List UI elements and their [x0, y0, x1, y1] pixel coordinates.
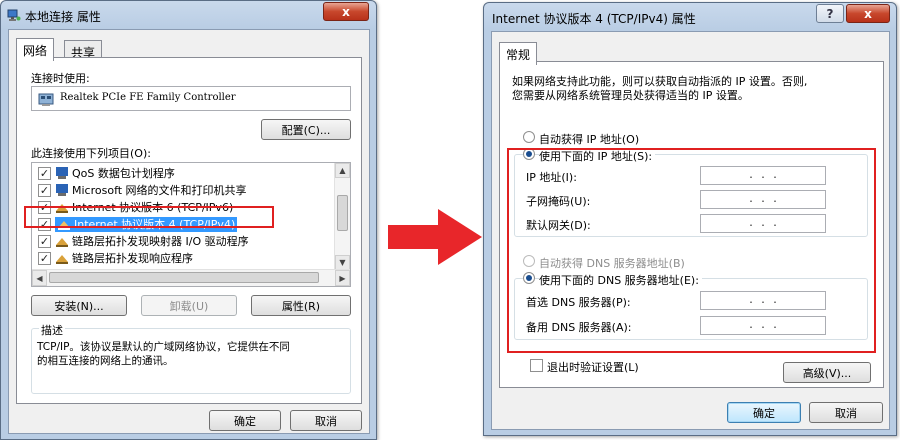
vertical-scrollbar[interactable]: ▲ ▼ — [334, 163, 350, 270]
close-icon: x — [864, 6, 872, 21]
protocol-icon — [56, 255, 68, 264]
scroll-thumb[interactable] — [337, 195, 348, 231]
scroll-up-arrow-icon[interactable]: ▲ — [335, 163, 350, 178]
properties-button[interactable]: 属性(R) — [251, 295, 351, 316]
network-tab-panel: 连接时使用: Realtek PCIe FE Family Controller… — [16, 57, 362, 404]
validate-label: 退出时验证设置(L) — [547, 361, 639, 374]
description-label: 描述 — [39, 322, 65, 338]
window-title: Internet 协议版本 4 (TCP/IPv4) 属性 — [492, 12, 696, 26]
scroll-down-arrow-icon[interactable]: ▼ — [335, 255, 350, 270]
cancel-button[interactable]: 取消 — [290, 410, 362, 431]
qos-icon — [56, 167, 68, 179]
uninstall-button-label: 卸载(U) — [169, 299, 209, 313]
description-text-line2: 的相互连接的网络上的通讯。 — [37, 355, 174, 367]
list-item-qos[interactable]: ✓ QoS 数据包计划程序 — [38, 165, 175, 181]
connect-using-label: 连接时使用: — [31, 72, 90, 85]
configure-button-label: 配置(C)... — [281, 123, 331, 137]
ipv4-highlight-box — [24, 206, 274, 228]
auto-ip-radio[interactable] — [523, 131, 535, 143]
validate-checkbox[interactable] — [530, 359, 543, 372]
tab-general[interactable]: 常规 — [499, 42, 538, 65]
tab-network[interactable]: 网络 — [16, 38, 55, 61]
window-title: 本地连接 属性 — [25, 10, 101, 24]
list-item-file-share[interactable]: ✓ Microsoft 网络的文件和打印机共享 — [38, 182, 247, 198]
ok-button-label: 确定 — [234, 414, 256, 428]
tab-network-label: 网络 — [23, 44, 48, 58]
share-icon — [56, 184, 68, 196]
scroll-left-arrow-icon[interactable]: ◀ — [32, 270, 47, 286]
list-item-label: Microsoft 网络的文件和打印机共享 — [72, 184, 247, 197]
title-bar[interactable]: Internet 协议版本 4 (TCP/IPv4) 属性 ? x — [484, 3, 896, 31]
cancel-button-label: 取消 — [835, 406, 857, 420]
uninstall-button: 卸载(U) — [141, 295, 237, 316]
checkbox[interactable]: ✓ — [38, 251, 51, 265]
help-button[interactable]: ? — [816, 4, 844, 23]
checkbox[interactable]: ✓ — [38, 166, 51, 180]
list-item-label: 链路层拓扑发现映射器 I/O 驱动程序 — [72, 235, 249, 248]
adapter-name: Realtek PCIe FE Family Controller — [60, 92, 236, 103]
network-connection-icon — [7, 9, 21, 21]
list-item-label: QoS 数据包计划程序 — [72, 167, 175, 180]
description-text-line1: TCP/IP。该协议是默认的广域网络协议，它提供在不同 — [37, 341, 290, 353]
ok-button[interactable]: 确定 — [727, 402, 801, 423]
properties-button-label: 属性(R) — [281, 299, 321, 313]
right-arrow-icon — [388, 209, 482, 265]
protocol-icon — [56, 238, 68, 247]
close-button[interactable]: x — [846, 4, 890, 23]
help-icon: ? — [826, 6, 834, 21]
advanced-button-label: 高级(V)... — [802, 366, 852, 380]
close-icon: x — [342, 4, 350, 19]
auto-ip-label: 自动获得 IP 地址(O) — [539, 133, 640, 146]
close-button[interactable]: x — [323, 2, 369, 21]
configure-button[interactable]: 配置(C)... — [261, 119, 351, 140]
install-button-label: 安装(N)... — [54, 299, 104, 313]
horizontal-scrollbar[interactable]: ◀ ▶ — [32, 269, 350, 286]
install-button[interactable]: 安装(N)... — [31, 295, 127, 316]
cancel-button[interactable]: 取消 — [809, 402, 883, 423]
checkbox[interactable]: ✓ — [38, 234, 51, 248]
cancel-button-label: 取消 — [315, 414, 337, 428]
tab-general-label: 常规 — [506, 48, 531, 62]
h-scroll-thumb[interactable] — [49, 272, 319, 283]
title-bar[interactable]: 本地连接 属性 x — [1, 1, 376, 29]
manual-settings-highlight-box — [507, 148, 876, 353]
items-label: 此连接使用下列项目(O): — [31, 147, 151, 160]
ok-button[interactable]: 确定 — [209, 410, 281, 431]
list-item-lltd-responder[interactable]: ✓ 链路层拓扑发现响应程序 — [38, 250, 193, 266]
list-item-label: 链路层拓扑发现响应程序 — [72, 252, 193, 265]
checkbox[interactable]: ✓ — [38, 183, 51, 197]
network-adapter-icon — [38, 93, 54, 106]
ok-button-label: 确定 — [753, 406, 775, 420]
list-item-lltd-mapper[interactable]: ✓ 链路层拓扑发现映射器 I/O 驱动程序 — [38, 233, 249, 249]
dialog-body: 网络 共享 连接时使用: Realtek PCIe FE Family Cont… — [8, 29, 370, 434]
adapter-box: Realtek PCIe FE Family Controller — [31, 86, 351, 111]
intro-text-line2: 您需要从网络系统管理员处获得适当的 IP 设置。 — [512, 89, 749, 102]
advanced-button[interactable]: 高级(V)... — [783, 362, 871, 383]
scroll-right-arrow-icon[interactable]: ▶ — [335, 270, 350, 286]
